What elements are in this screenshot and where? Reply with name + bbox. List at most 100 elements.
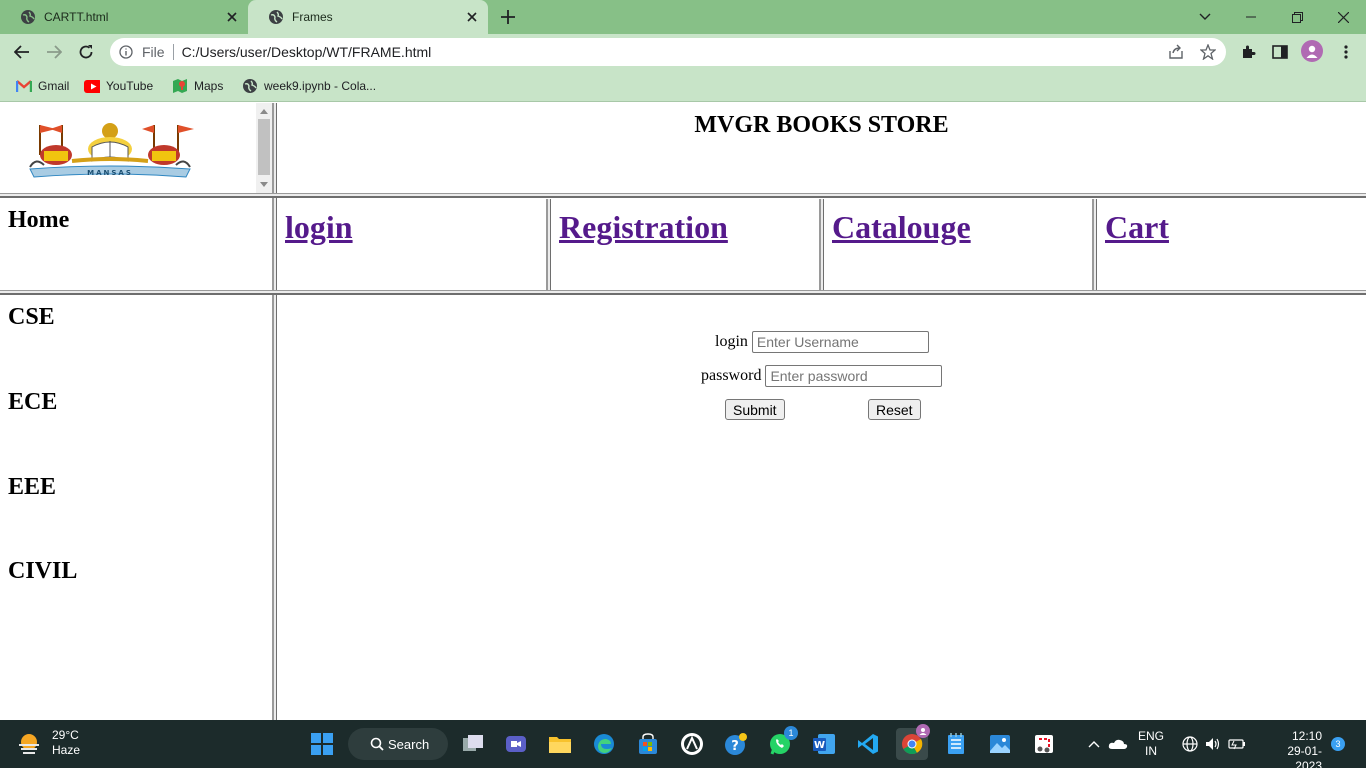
close-icon bbox=[1337, 11, 1349, 23]
notepad-icon[interactable] bbox=[940, 728, 972, 760]
store-icon[interactable] bbox=[632, 728, 664, 760]
language-indicator[interactable]: ENG IN bbox=[1138, 729, 1164, 759]
close-window-button[interactable] bbox=[1320, 0, 1366, 34]
whatsapp-badge: 1 bbox=[784, 726, 798, 740]
tab-cartt[interactable]: CARTT.html bbox=[0, 0, 248, 34]
weather-widget[interactable]: 29°C Haze bbox=[16, 728, 80, 758]
side-panel-icon[interactable] bbox=[1270, 42, 1290, 62]
tab-frames[interactable]: Frames bbox=[248, 0, 488, 34]
edge-icon[interactable] bbox=[588, 728, 620, 760]
minimize-button[interactable] bbox=[1228, 0, 1274, 34]
bookmark-label: YouTube bbox=[106, 79, 154, 93]
title-frame: MVGR BOOKS STORE bbox=[277, 103, 1366, 193]
username-input[interactable] bbox=[751, 331, 929, 353]
maps-icon bbox=[172, 78, 188, 94]
bookmark-colab[interactable]: week9.ipynb - Cola... bbox=[242, 76, 376, 96]
bookmark-label: Maps bbox=[194, 79, 224, 93]
word-icon[interactable]: W bbox=[808, 728, 840, 760]
notification-badge[interactable]: 3 bbox=[1331, 737, 1345, 751]
globe-icon bbox=[20, 9, 36, 25]
scroll-down-icon[interactable] bbox=[260, 182, 268, 187]
nav-frame-catalogue: Catalouge bbox=[824, 199, 1092, 290]
forward-button[interactable] bbox=[42, 40, 66, 64]
scroll-up-icon[interactable] bbox=[260, 109, 268, 114]
arrow-right-icon bbox=[47, 45, 62, 59]
chevron-up-icon[interactable] bbox=[1084, 734, 1104, 754]
page-viewport: MANSAS MVGR BOOKS STORE Home login Regis… bbox=[0, 103, 1366, 720]
nav-frame-cart: Cart bbox=[1097, 199, 1366, 290]
star-icon[interactable] bbox=[1198, 42, 1218, 62]
nav-link-registration[interactable]: Registration bbox=[559, 209, 728, 246]
network-icon[interactable] bbox=[1180, 734, 1200, 754]
close-icon[interactable] bbox=[224, 9, 240, 25]
restore-icon bbox=[1291, 11, 1303, 23]
globe-icon bbox=[268, 9, 284, 25]
branch-cse: CSE bbox=[8, 304, 55, 330]
submit-button[interactable]: Submit bbox=[725, 399, 785, 420]
weather-temp: 29°C bbox=[52, 728, 79, 742]
snipping-tool-icon[interactable] bbox=[1028, 728, 1060, 760]
weather-haze-icon bbox=[19, 734, 39, 754]
whatsapp-icon[interactable]: 1 bbox=[764, 726, 798, 760]
photos-icon[interactable] bbox=[984, 728, 1016, 760]
task-view-icon[interactable] bbox=[457, 728, 489, 760]
bookmark-gmail[interactable]: Gmail bbox=[16, 76, 69, 96]
nav-link-cart[interactable]: Cart bbox=[1105, 209, 1169, 246]
bookmark-label: Gmail bbox=[38, 79, 70, 93]
address-bar[interactable]: File C:/Users/user/Desktop/WT/FRAME.html bbox=[110, 38, 1226, 66]
frame-border-horizontal[interactable] bbox=[0, 290, 1366, 295]
chevron-down-icon bbox=[1199, 13, 1211, 20]
password-input[interactable] bbox=[765, 365, 943, 387]
restore-button[interactable] bbox=[1274, 0, 1320, 34]
start-button[interactable] bbox=[306, 728, 338, 760]
share-icon[interactable] bbox=[1166, 42, 1186, 62]
info-icon[interactable] bbox=[116, 42, 136, 62]
password-row: password bbox=[701, 365, 943, 387]
bookmark-youtube[interactable]: YouTube bbox=[84, 76, 153, 96]
more-menu-icon[interactable] bbox=[1336, 42, 1356, 62]
content-frame: login password Submit Reset bbox=[277, 296, 1366, 720]
get-help-icon[interactable]: ? bbox=[720, 728, 752, 760]
nav-link-login[interactable]: login bbox=[285, 209, 353, 246]
login-row: login bbox=[715, 331, 929, 353]
tab-title: Frames bbox=[292, 10, 333, 24]
college-logo: MANSAS bbox=[29, 123, 194, 178]
svg-text:?: ? bbox=[731, 739, 739, 754]
teams-meet-icon[interactable] bbox=[500, 728, 532, 760]
url-text[interactable]: C:/Users/user/Desktop/WT/FRAME.html bbox=[182, 44, 1226, 60]
tab-search-button[interactable] bbox=[1182, 0, 1228, 34]
branch-civil: CIVIL bbox=[8, 558, 78, 584]
close-icon[interactable] bbox=[464, 9, 480, 25]
reload-button[interactable] bbox=[74, 40, 98, 64]
battery-icon[interactable] bbox=[1227, 734, 1247, 754]
file-explorer-icon[interactable] bbox=[544, 728, 576, 760]
password-label: password bbox=[701, 367, 762, 384]
reset-button[interactable]: Reset bbox=[868, 399, 921, 420]
home-heading: Home bbox=[8, 207, 70, 233]
branch-ece: ECE bbox=[8, 389, 58, 415]
search-label: Search bbox=[388, 736, 430, 752]
arrow-left-icon bbox=[14, 45, 29, 59]
frame-border-horizontal[interactable] bbox=[0, 193, 1366, 198]
scroll-thumb[interactable] bbox=[258, 119, 270, 175]
nav-link-catalogue[interactable]: Catalouge bbox=[832, 209, 971, 246]
extensions-icon[interactable] bbox=[1238, 42, 1258, 62]
volume-icon[interactable] bbox=[1203, 734, 1223, 754]
onedrive-icon[interactable] bbox=[1108, 734, 1128, 754]
bookmark-maps[interactable]: Maps bbox=[172, 76, 223, 96]
clock[interactable]: 12:10 29-01-2023 bbox=[1262, 729, 1322, 774]
profile-icon bbox=[1306, 45, 1318, 58]
new-tab-button[interactable] bbox=[498, 7, 518, 27]
chrome-icon[interactable] bbox=[896, 724, 930, 760]
plus-icon bbox=[501, 10, 515, 24]
back-button[interactable] bbox=[10, 40, 34, 64]
nav-frame-login: login bbox=[277, 199, 546, 290]
taskbar-search[interactable]: Search bbox=[348, 728, 448, 760]
login-label: login bbox=[715, 333, 748, 350]
avatar[interactable] bbox=[1301, 40, 1323, 62]
divider bbox=[172, 44, 174, 60]
app-circle-icon[interactable] bbox=[676, 728, 708, 760]
scheme-label: File bbox=[142, 44, 165, 60]
vscode-icon[interactable] bbox=[852, 728, 884, 760]
logo-frame-scrollbar[interactable] bbox=[256, 103, 272, 193]
